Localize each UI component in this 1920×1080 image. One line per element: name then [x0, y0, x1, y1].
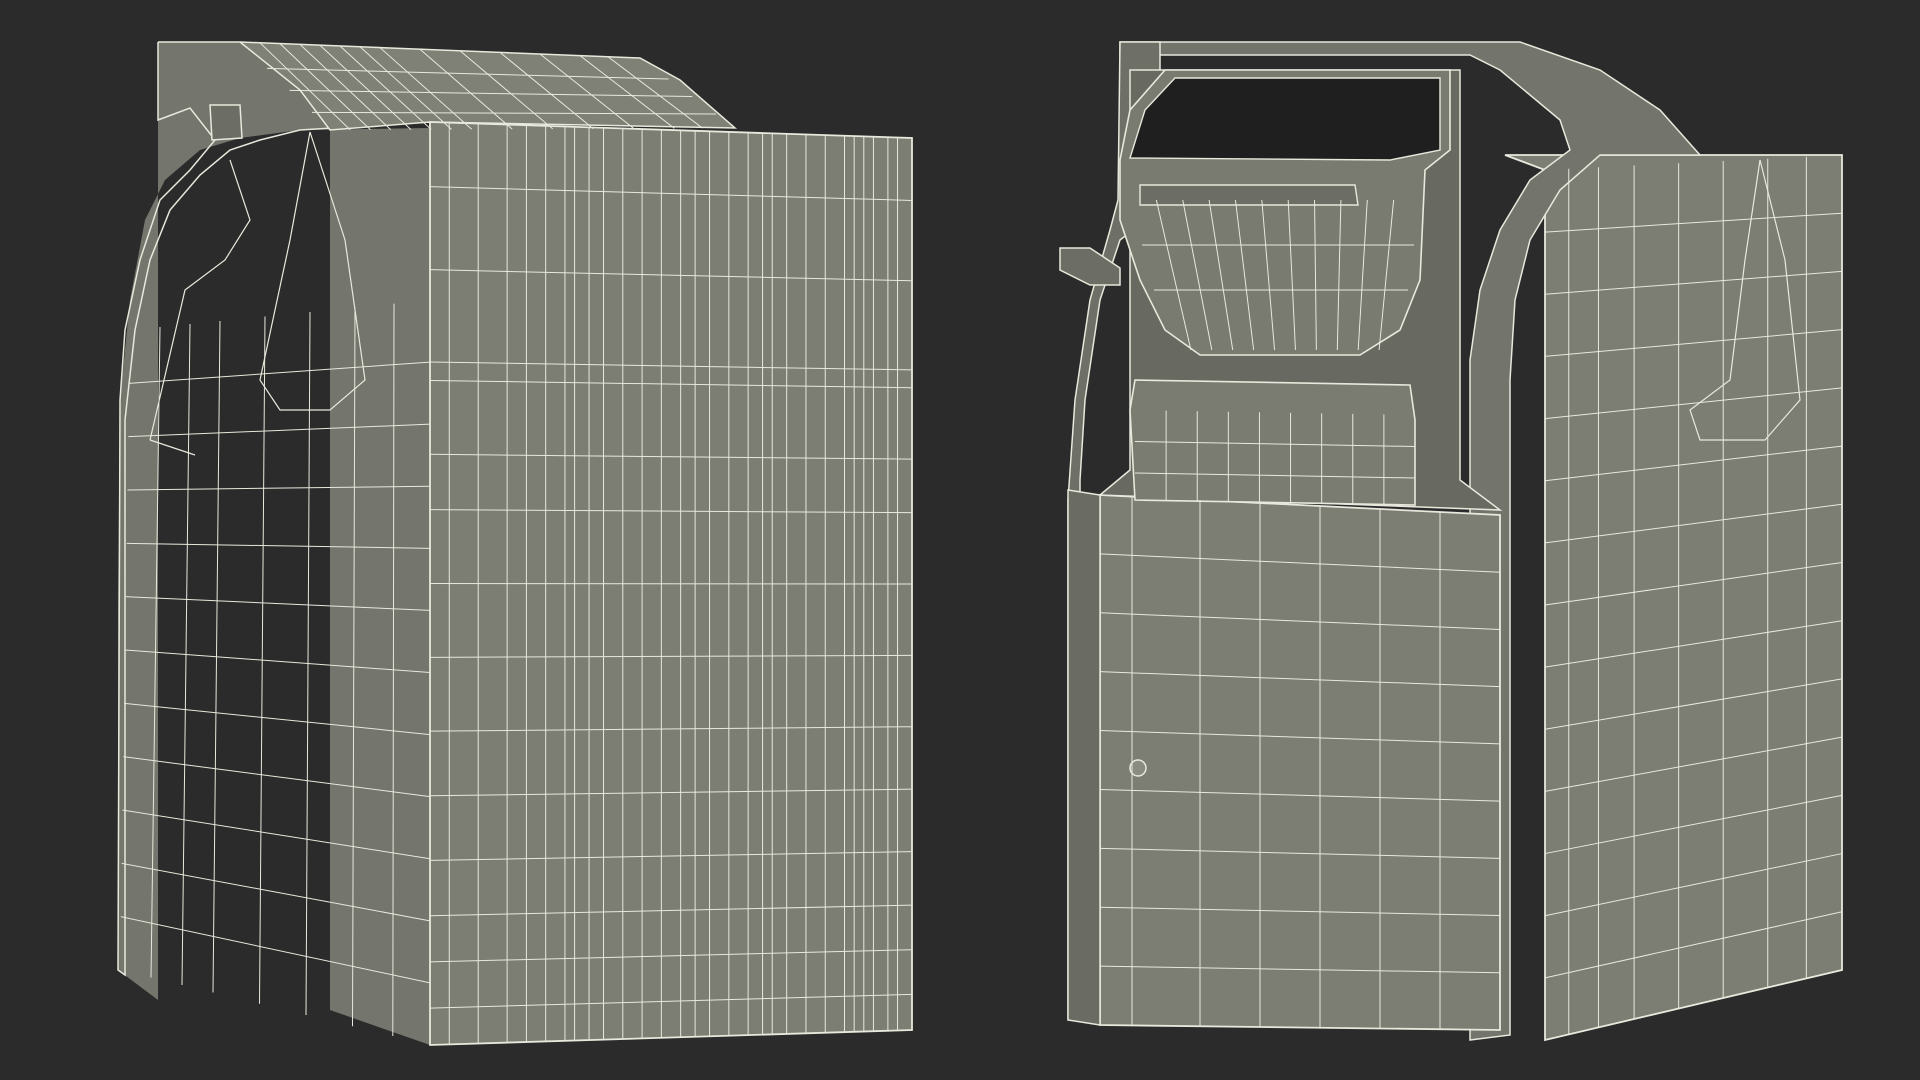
left-box-handle: [209, 104, 243, 141]
right-box-chute-handle: [1139, 184, 1359, 206]
right-box-side-face: [1504, 154, 1843, 1042]
right-box-front-frame: [1067, 489, 1101, 1026]
wire-edge-horizontal: [429, 583, 913, 585]
right-box-chute-opening: [1129, 77, 1441, 161]
mailbox-front-view-open-chute: [1059, 41, 1843, 1042]
wireframe-render: [0, 0, 1920, 1080]
render-viewport: [0, 0, 1920, 1080]
